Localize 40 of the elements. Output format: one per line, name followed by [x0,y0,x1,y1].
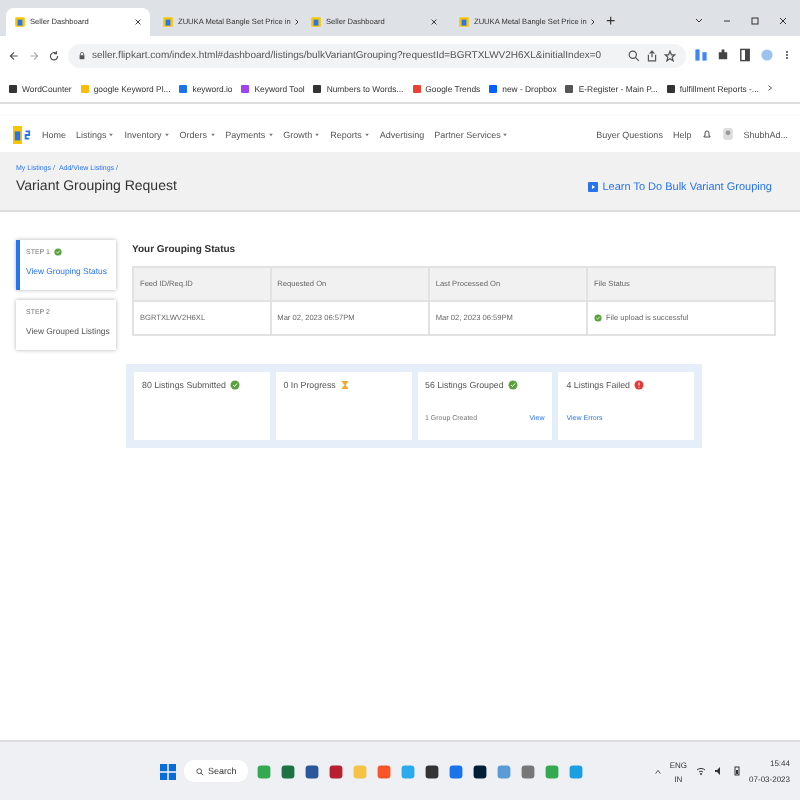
bookmark-icon [564,83,575,93]
hourglass-icon [339,380,350,390]
puzzle-icon[interactable] [716,48,730,62]
chevron-up-icon[interactable] [653,767,662,775]
check-circle-icon [229,380,240,390]
new-tab-button[interactable]: + [598,12,624,30]
bookmark-icon [79,83,90,93]
video-icon [588,182,599,192]
bookmark-icon [665,83,676,93]
search-icon [196,767,204,775]
minimize-icon[interactable] [722,16,732,26]
lock-icon [78,51,86,59]
favicon-icon [162,16,174,28]
speaker-icon[interactable] [713,766,724,776]
back-arrow-icon[interactable] [8,49,20,61]
check-circle-icon [507,380,518,390]
seller-logo-icon [12,125,32,143]
bookmark-icon [411,83,422,93]
favicon-icon [458,16,470,28]
bookmark-icon [178,83,189,93]
battery-icon[interactable] [731,766,742,776]
bookmark-icon [312,83,323,93]
search-icon[interactable] [628,49,640,61]
bell-icon[interactable] [701,128,712,140]
bookmark-icon [8,83,18,93]
error-icon [633,380,644,390]
bookmark-icon [240,83,251,93]
wifi-icon[interactable] [695,766,706,776]
sidebar-icon[interactable] [738,48,752,62]
windows-logo-icon[interactable] [160,763,176,779]
bookmark-icon [488,83,499,93]
star-icon[interactable] [664,49,676,61]
extension-icon[interactable] [694,48,708,62]
favicon-icon [310,16,322,28]
reload-icon[interactable] [48,49,60,61]
avatar-icon[interactable] [721,126,734,142]
share-icon[interactable] [646,49,658,61]
favicon-icon [14,16,26,28]
restore-icon[interactable] [750,16,760,26]
check-circle-icon [594,314,602,322]
